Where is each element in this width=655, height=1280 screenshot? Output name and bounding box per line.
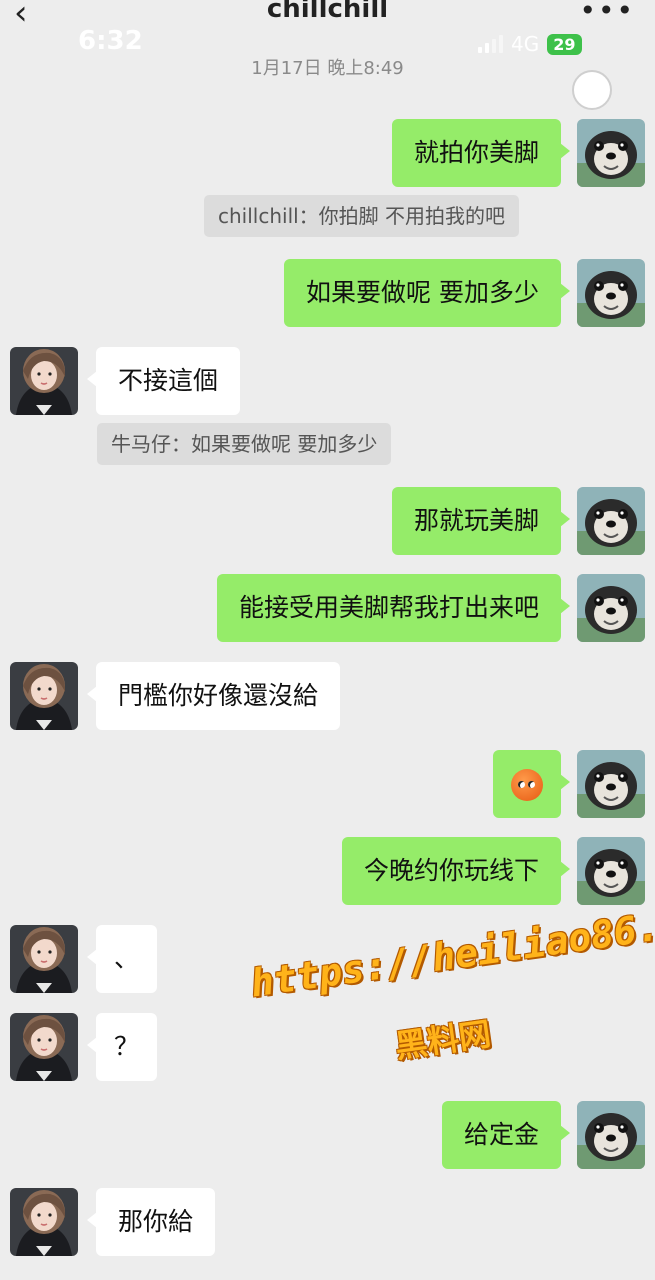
battery-icon: 29: [547, 33, 582, 55]
message-bubble[interactable]: 给定金: [441, 1101, 571, 1169]
chat-header: ‹ chillchill ••• 6:32 4G 29 1月17日 晚上8:49: [0, 0, 655, 110]
floating-assist-button[interactable]: [572, 70, 612, 110]
message-received: 門檻你好像還沒給: [10, 662, 341, 730]
avatar-contact[interactable]: [10, 1013, 78, 1081]
message-sent: 如果要做呢 要加多少: [284, 259, 645, 327]
message-sent: 今晚约你玩线下: [341, 837, 645, 905]
avatar-contact[interactable]: [10, 1188, 78, 1256]
message-timestamp: 1月17日 晚上8:49: [251, 58, 404, 79]
message-bubble[interactable]: 如果要做呢 要加多少: [284, 259, 570, 327]
signal-icon: [478, 35, 503, 53]
more-dots-icon[interactable]: •••: [579, 0, 635, 27]
message-sent: 给定金: [441, 1101, 645, 1169]
quoted-reply[interactable]: chillchill：你拍脚 不用拍我的吧: [204, 195, 520, 237]
avatar-contact[interactable]: [10, 925, 78, 993]
status-time: 6:32: [78, 26, 143, 56]
avatar-self[interactable]: [577, 750, 645, 818]
watermark-name: 黑料网: [392, 1014, 494, 1066]
message-bubble[interactable]: 門檻你好像還沒給: [86, 662, 341, 730]
message-bubble[interactable]: 今晚约你玩线下: [341, 837, 571, 905]
message-received: 、: [10, 925, 158, 993]
message-sent: 能接受用美脚帮我打出来吧: [216, 574, 645, 642]
message-bubble[interactable]: 、: [86, 925, 158, 993]
avatar-self[interactable]: [577, 259, 645, 327]
message-sent: 就拍你美脚: [391, 119, 645, 187]
message-sent: [493, 750, 645, 818]
message-bubble[interactable]: 能接受用美脚帮我打出来吧: [216, 574, 571, 642]
message-bubble[interactable]: 那就玩美脚: [391, 487, 571, 555]
message-bubble[interactable]: 那你給: [86, 1188, 216, 1256]
message-received: ？: [10, 1013, 158, 1081]
message-bubble[interactable]: ？: [86, 1013, 158, 1081]
avatar-self[interactable]: [577, 574, 645, 642]
avatar-contact[interactable]: [10, 662, 78, 730]
blushing-emoji-icon: [511, 769, 543, 801]
message-bubble[interactable]: 就拍你美脚: [391, 119, 571, 187]
message-received: 那你給: [10, 1188, 216, 1256]
avatar-self[interactable]: [577, 1101, 645, 1169]
avatar-self[interactable]: [577, 487, 645, 555]
message-received: 不接這個: [10, 347, 241, 415]
avatar-self[interactable]: [577, 119, 645, 187]
watermark-url: https://heiliao86.com: [248, 895, 655, 1006]
quoted-reply[interactable]: 牛马仔：如果要做呢 要加多少: [97, 423, 392, 465]
chat-title: chillchill: [266, 0, 389, 24]
avatar-self[interactable]: [577, 837, 645, 905]
avatar-contact[interactable]: [10, 347, 78, 415]
message-bubble[interactable]: 不接這個: [86, 347, 241, 415]
message-sent: 那就玩美脚: [391, 487, 645, 555]
network-label: 4G: [511, 32, 540, 56]
status-indicators: 4G 29: [478, 32, 582, 56]
message-bubble[interactable]: [493, 750, 570, 818]
